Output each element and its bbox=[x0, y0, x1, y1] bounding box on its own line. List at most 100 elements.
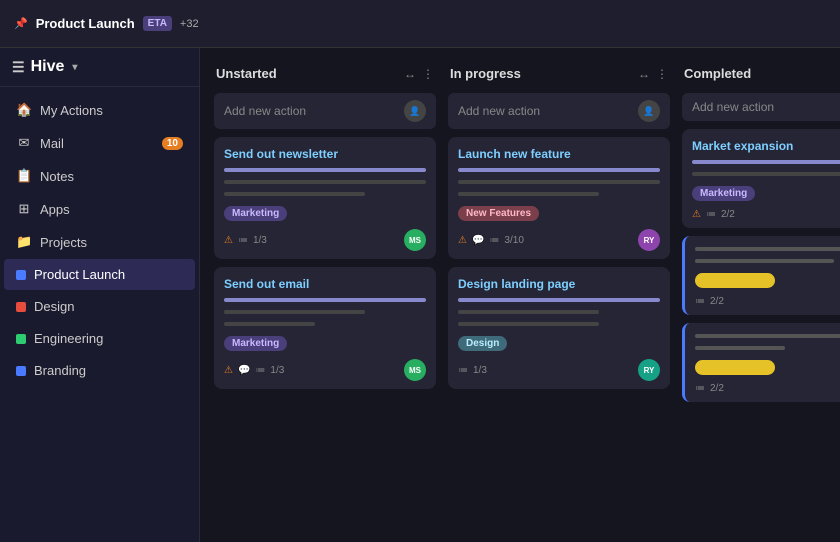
sidebar-item-projects[interactable]: 📁 Projects bbox=[4, 226, 195, 258]
card-bar bbox=[224, 180, 426, 184]
sidebar-nav: 🏠 My Actions ✉ Mail 10 📋 Notes ⊞ Apps 📁 … bbox=[0, 87, 199, 393]
more-icon[interactable]: ⋮ bbox=[422, 67, 434, 81]
header-project-title: Product Launch bbox=[36, 16, 135, 31]
card-meta: ⚠ ≔ 1/3 bbox=[224, 235, 267, 246]
card-blank-2[interactable]: ≔ 2/2 bbox=[682, 323, 840, 402]
avatar: RY bbox=[638, 229, 660, 251]
meta-count: 1/3 bbox=[253, 235, 267, 246]
brand-name: Hive bbox=[31, 58, 65, 76]
brand[interactable]: ☰ Hive ▾ bbox=[0, 48, 199, 87]
card-title: Market expansion bbox=[692, 139, 840, 153]
mail-icon: ✉ bbox=[16, 135, 32, 151]
sidebar-item-my-actions[interactable]: 🏠 My Actions bbox=[4, 94, 195, 126]
project-dot-engineering bbox=[16, 334, 26, 344]
warning-icon: ⚠ bbox=[224, 235, 233, 246]
main-layout: ☰ Hive ▾ 🏠 My Actions ✉ Mail 10 📋 Notes … bbox=[0, 48, 840, 542]
card-launch-feature[interactable]: Launch new feature New Features ⚠ 💬 ≔ 3/… bbox=[448, 137, 670, 259]
sidebar-label: Product Launch bbox=[34, 267, 125, 282]
warning-icon: ⚠ bbox=[692, 209, 701, 220]
sidebar-item-branding[interactable]: Branding bbox=[4, 355, 195, 386]
column-completed: Completed ⋮ Add new action Market expans… bbox=[682, 62, 840, 528]
card-bar bbox=[692, 172, 840, 176]
column-actions-unstarted: ↔ ⋮ bbox=[404, 67, 434, 81]
card-bar bbox=[224, 310, 365, 314]
card-footer: ⚠ 💬 ≔ 1/3 MS bbox=[224, 359, 426, 381]
avatar-placeholder: 👤 bbox=[638, 100, 660, 122]
list-icon: ≔ bbox=[706, 209, 716, 220]
card-bar bbox=[458, 192, 599, 196]
meta-count: 2/2 bbox=[710, 296, 724, 307]
card-bar bbox=[458, 310, 599, 314]
project-dot-branding bbox=[16, 366, 26, 376]
hamburger-icon: ☰ bbox=[12, 59, 25, 76]
comment-icon: 💬 bbox=[472, 235, 484, 246]
card-design-landing[interactable]: Design landing page Design ≔ 1/3 RY bbox=[448, 267, 670, 389]
sidebar-item-engineering[interactable]: Engineering bbox=[4, 323, 195, 354]
sidebar-label: Design bbox=[34, 299, 74, 314]
card-title: Launch new feature bbox=[458, 147, 660, 161]
sidebar-label: Notes bbox=[40, 169, 74, 184]
meta-count: 3/10 bbox=[504, 235, 523, 246]
tag-marketing: Marketing bbox=[224, 336, 287, 351]
column-header-unstarted: Unstarted ↔ ⋮ bbox=[214, 62, 436, 85]
expand-icon[interactable]: ↔ bbox=[404, 67, 416, 81]
card-footer: ⚠ 💬 ≔ 3/10 RY bbox=[458, 229, 660, 251]
card-bar bbox=[224, 192, 365, 196]
sidebar-item-design[interactable]: Design bbox=[4, 291, 195, 322]
comment-icon: 💬 bbox=[238, 365, 250, 376]
pin-icon: 📌 bbox=[14, 17, 28, 30]
tag-marketing: Marketing bbox=[224, 206, 287, 221]
card-meta: ≔ 1/3 bbox=[458, 365, 487, 376]
card-meta: ⚠ ≔ 2/2 bbox=[692, 209, 735, 220]
column-title-in-progress: In progress bbox=[450, 66, 521, 81]
sidebar-label: Branding bbox=[34, 363, 86, 378]
avatar-placeholder: 👤 bbox=[404, 100, 426, 122]
column-unstarted: Unstarted ↔ ⋮ Add new action 👤 Send out … bbox=[214, 62, 436, 528]
card-blank-1[interactable]: ≔ 2/2 bbox=[682, 236, 840, 315]
warning-icon: ⚠ bbox=[458, 235, 467, 246]
card-market-expansion[interactable]: Market expansion Marketing ⚠ ≔ 2/2 bbox=[682, 129, 840, 228]
sidebar-item-apps[interactable]: ⊞ Apps bbox=[4, 193, 195, 225]
sidebar-item-mail[interactable]: ✉ Mail 10 bbox=[4, 127, 195, 159]
card-bar bbox=[458, 298, 660, 302]
column-title-completed: Completed bbox=[684, 66, 751, 81]
card-footer: ⚠ ≔ 2/2 bbox=[692, 209, 840, 220]
sidebar: ☰ Hive ▾ 🏠 My Actions ✉ Mail 10 📋 Notes … bbox=[0, 48, 200, 542]
card-meta: ⚠ 💬 ≔ 1/3 bbox=[224, 365, 284, 376]
add-action-button-in-progress[interactable]: Add new action 👤 bbox=[448, 93, 670, 129]
kanban-board: Unstarted ↔ ⋮ Add new action 👤 Send out … bbox=[200, 48, 840, 542]
card-title: Send out newsletter bbox=[224, 147, 426, 161]
meta-count: 2/2 bbox=[710, 383, 724, 394]
card-send-email[interactable]: Send out email Marketing ⚠ 💬 ≔ 1/3 MS bbox=[214, 267, 436, 389]
avatar: MS bbox=[404, 229, 426, 251]
eta-badge: ETA bbox=[143, 16, 172, 31]
add-action-label: Add new action bbox=[224, 104, 306, 118]
tag-design: Design bbox=[458, 336, 507, 351]
card-meta: ≔ 2/2 bbox=[695, 296, 724, 307]
notes-icon: 📋 bbox=[16, 168, 32, 184]
add-action-label: Add new action bbox=[692, 100, 774, 114]
list-icon: ≔ bbox=[458, 365, 468, 376]
column-actions-in-progress: ↔ ⋮ bbox=[638, 67, 668, 81]
project-dot-product-launch bbox=[16, 270, 26, 280]
column-header-completed: Completed ⋮ bbox=[682, 62, 840, 85]
card-bar bbox=[224, 168, 426, 172]
card-bar bbox=[695, 247, 840, 251]
column-title-unstarted: Unstarted bbox=[216, 66, 277, 81]
expand-icon[interactable]: ↔ bbox=[638, 67, 650, 81]
list-icon: ≔ bbox=[238, 235, 248, 246]
sidebar-item-product-launch[interactable]: Product Launch bbox=[4, 259, 195, 290]
column-in-progress: In progress ↔ ⋮ Add new action 👤 Launch … bbox=[448, 62, 670, 528]
card-bar bbox=[695, 259, 834, 263]
card-bar bbox=[695, 334, 840, 338]
sidebar-item-notes[interactable]: 📋 Notes bbox=[4, 160, 195, 192]
card-footer: ⚠ ≔ 1/3 MS bbox=[224, 229, 426, 251]
card-meta: ≔ 2/2 bbox=[695, 383, 724, 394]
card-bar bbox=[695, 346, 785, 350]
card-bar bbox=[458, 168, 660, 172]
tag-yellow bbox=[695, 360, 775, 375]
more-icon[interactable]: ⋮ bbox=[656, 67, 668, 81]
card-send-newsletter[interactable]: Send out newsletter Marketing ⚠ ≔ 1/3 MS bbox=[214, 137, 436, 259]
add-action-button-completed[interactable]: Add new action bbox=[682, 93, 840, 121]
add-action-button-unstarted[interactable]: Add new action 👤 bbox=[214, 93, 436, 129]
